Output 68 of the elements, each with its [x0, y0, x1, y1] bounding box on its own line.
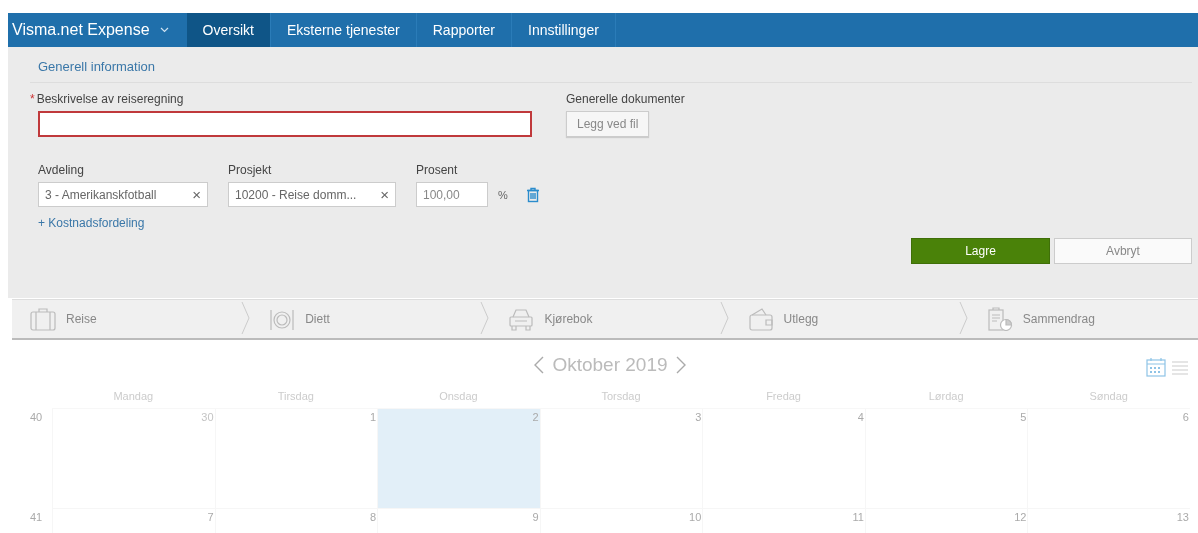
clipboard-chart-icon	[986, 307, 1013, 331]
day-number: 6	[1182, 411, 1189, 423]
day-cell[interactable]: 30	[52, 409, 215, 509]
day-number: 3	[695, 411, 702, 423]
day-number: 7	[207, 511, 214, 523]
calendar-view-icon[interactable]	[1146, 357, 1166, 377]
chevron-down-icon	[159, 27, 169, 33]
wallet-icon	[747, 307, 774, 331]
day-cell[interactable]: 12	[864, 509, 1028, 533]
unit-label: %	[498, 188, 508, 201]
day-cell[interactable]: 11	[702, 509, 865, 533]
day-number: 4	[857, 411, 864, 423]
day-number: 13	[1176, 511, 1189, 523]
clear-button[interactable]: ×	[192, 186, 201, 203]
percent-field[interactable]: 100,00	[416, 182, 488, 207]
chevron-right-icon[interactable]	[675, 356, 686, 374]
day-number: 2	[532, 411, 539, 423]
field-label: Generelle dokumenter	[566, 92, 685, 106]
day-number: 9	[532, 511, 539, 523]
description-field[interactable]	[38, 111, 532, 137]
day-number: 12	[1014, 511, 1027, 523]
step-tab[interactable]: Kjørebok	[490, 300, 720, 338]
step-separator-icon	[241, 300, 252, 336]
month-title: Oktober 2019	[552, 354, 668, 376]
day-cell[interactable]: 10	[539, 509, 703, 533]
day-cell[interactable]: 3	[539, 409, 703, 509]
day-cell[interactable]: 7	[52, 509, 215, 533]
cancel-button[interactable]: Avbryt	[1054, 238, 1192, 264]
save-button[interactable]: Lagre	[911, 238, 1050, 264]
step-tab[interactable]: Utlegg	[729, 300, 959, 338]
day-number: 11	[852, 511, 864, 523]
step-separator-icon	[480, 300, 491, 336]
nav-tab[interactable]: Oversikt	[186, 13, 271, 47]
section-heading: Generell information	[30, 47, 1192, 83]
field-label: Beskrivelse av reiseregning	[36, 92, 184, 106]
week-number: 40	[30, 410, 44, 425]
day-number: 30	[201, 411, 214, 423]
day-number: 1	[370, 411, 377, 423]
step-separator-icon	[958, 300, 969, 336]
select-field[interactable]: 10200 - Reise domm... ×	[228, 182, 396, 207]
step-separator-icon	[719, 300, 730, 336]
day-cell[interactable]: 13	[1027, 509, 1190, 533]
field-label: Avdeling	[38, 163, 85, 177]
plate-cutlery-icon	[269, 307, 296, 331]
trash-icon[interactable]	[525, 186, 540, 203]
step-tab[interactable]: Diett	[251, 300, 481, 338]
day-cell[interactable]: 5	[864, 409, 1028, 509]
day-cell[interactable]: 6	[1027, 409, 1190, 509]
chevron-left-icon[interactable]	[534, 356, 545, 374]
select-field[interactable]: 3 - Amerikanskfotball ×	[38, 182, 208, 207]
day-cell[interactable]: 2	[377, 409, 540, 509]
suitcase-icon	[30, 307, 56, 331]
week-number: 41	[30, 510, 44, 525]
field-label: Prosjekt	[228, 163, 273, 177]
step-tab[interactable]: Reise	[12, 300, 242, 338]
add-cost-allocation-link[interactable]: + Kostnadsfordeling	[38, 216, 145, 230]
day-cell[interactable]: 8	[214, 509, 378, 533]
day-cell[interactable]: 9	[377, 509, 540, 533]
field-label: Prosent	[416, 163, 459, 177]
day-cell[interactable]: 4	[702, 409, 865, 509]
day-number: 5	[1020, 411, 1027, 423]
required-mark: *	[30, 92, 35, 108]
clear-button[interactable]: ×	[380, 186, 389, 203]
step-tab[interactable]: Sammendrag	[968, 300, 1198, 338]
car-icon	[508, 307, 535, 331]
day-number: 8	[370, 511, 377, 523]
day-number: 10	[689, 511, 702, 523]
attach-file-button[interactable]: Legg ved fil	[566, 111, 650, 137]
